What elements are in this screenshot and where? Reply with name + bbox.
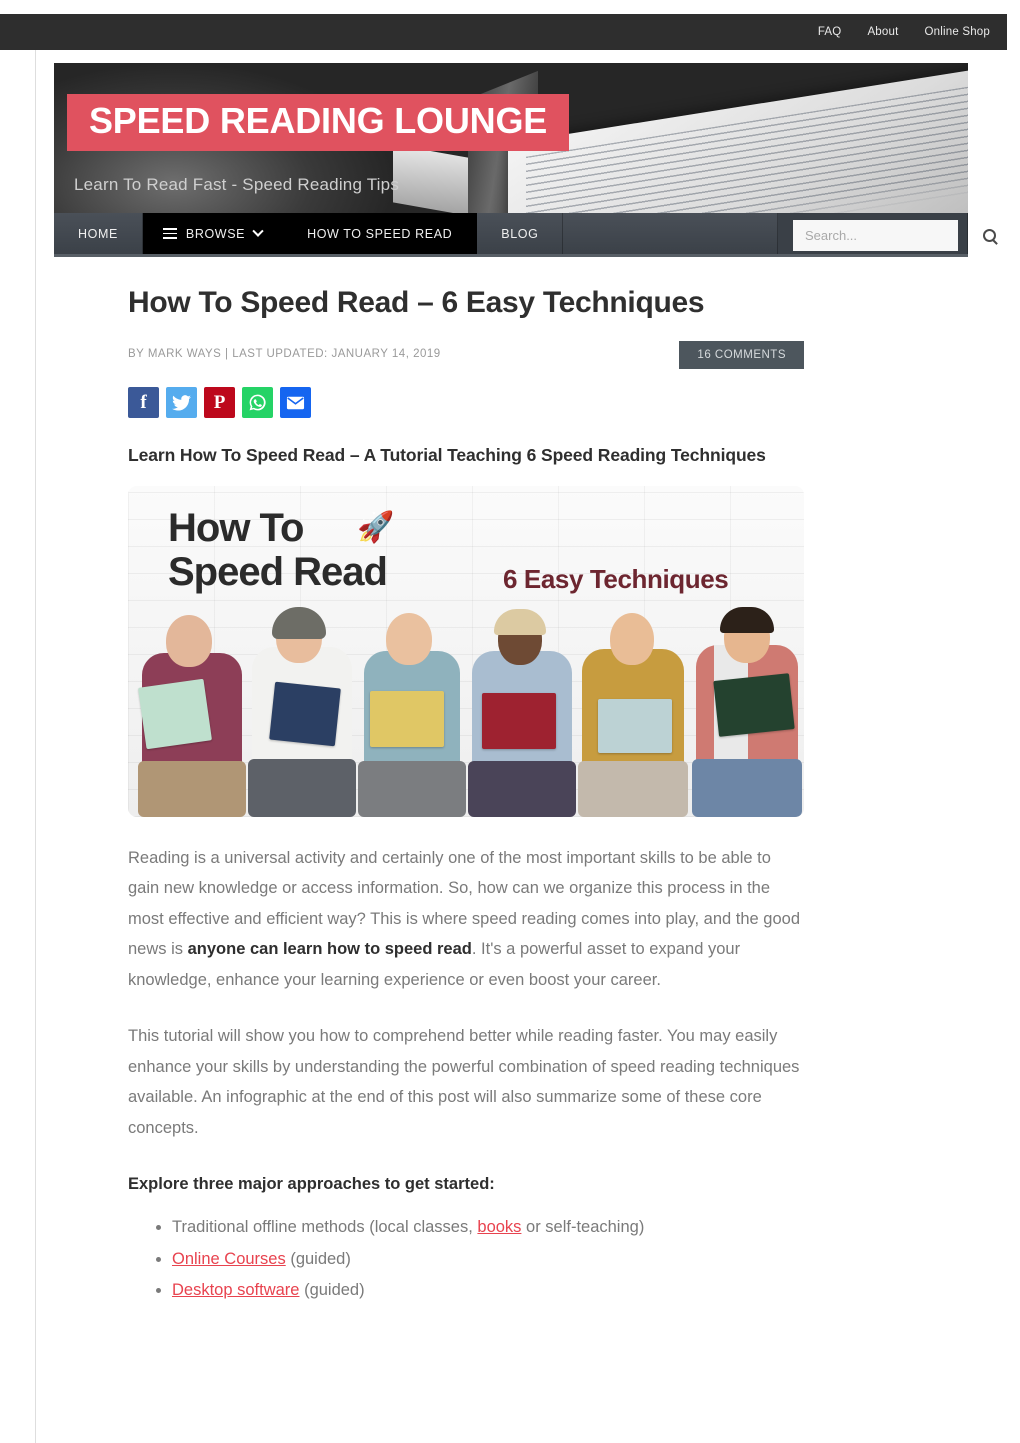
reader-person-2 [246, 603, 358, 817]
nav-item-how-to-speed-read-label: HOW TO SPEED READ [307, 226, 453, 241]
reader-person-5 [576, 603, 690, 817]
approaches-list: Traditional offline methods (local class… [128, 1212, 804, 1306]
article-subheading: Learn How To Speed Read – A Tutorial Tea… [128, 445, 766, 465]
nav-item-blog[interactable]: BLOG [477, 213, 564, 254]
featured-image-title-line1: How To [168, 505, 304, 550]
reader-person-3 [356, 605, 468, 817]
site-tagline: Learn To Read Fast - Speed Reading Tips [74, 175, 400, 194]
nav-item-how-to-speed-read[interactable]: HOW TO SPEED READ [283, 213, 478, 254]
top-utility-bar: FAQ About Online Shop [0, 14, 1007, 50]
search-icon[interactable] [983, 229, 996, 242]
page-left-rule [35, 50, 36, 1443]
whatsapp-share-button[interactable] [242, 387, 273, 418]
featured-image-title-line2: Speed Read [168, 550, 388, 595]
legs [138, 760, 246, 817]
reader-person-1 [136, 607, 248, 817]
head [610, 612, 654, 665]
books-link[interactable]: books [477, 1218, 521, 1236]
list-item: Traditional offline methods (local class… [172, 1212, 804, 1243]
bullet-3-post: (guided) [299, 1280, 365, 1299]
twitter-share-button[interactable] [166, 387, 197, 418]
chevron-down-icon [252, 225, 264, 237]
nav-spacer [563, 213, 778, 254]
article-lead-in: Explore three major approaches to get st… [128, 1175, 495, 1194]
main-navigation: HOME BROWSE HOW TO SPEED READ BLOG UDEMY… [54, 213, 996, 257]
online-courses-link[interactable]: Online Courses [172, 1250, 286, 1268]
whatsapp-icon [249, 394, 266, 411]
facebook-share-button[interactable]: f [128, 387, 159, 418]
hamburger-icon [162, 228, 177, 239]
book [269, 681, 341, 746]
email-share-button[interactable] [280, 387, 311, 418]
bullet-2-post: (guided) [285, 1249, 351, 1268]
topbar-link-online-shop[interactable]: Online Shop [925, 26, 991, 38]
header-book-right-page [508, 69, 968, 213]
article-meta-row: BY MARK WAYS | LAST UPDATED: JANUARY 14,… [128, 341, 804, 369]
featured-image: How To Speed Read 🚀 6 Easy Techniques [128, 485, 804, 817]
facebook-icon: f [140, 392, 147, 413]
bullet-1-pre: Traditional offline methods (local class… [172, 1218, 478, 1237]
comments-count-badge[interactable]: 16 COMMENTS [679, 341, 804, 369]
nav-item-blog-label: BLOG [501, 226, 539, 241]
search-input[interactable] [803, 227, 983, 244]
featured-image-title: How To Speed Read [168, 505, 388, 596]
legs [692, 758, 802, 817]
paragraph-1-bold: anyone can learn how to speed read [187, 940, 472, 959]
pinterest-icon: P [213, 392, 226, 413]
book [138, 678, 212, 749]
pinterest-share-button[interactable]: P [204, 387, 235, 418]
twitter-icon [172, 394, 191, 411]
book [370, 690, 444, 747]
bullet-1-post: or self-teaching) [521, 1218, 645, 1237]
legs [248, 758, 356, 817]
desktop-software-link[interactable]: Desktop software [172, 1281, 299, 1299]
site-logo[interactable]: SPEED READING LOUNGE [67, 94, 570, 151]
head [166, 614, 212, 667]
social-share-row: f P [128, 387, 804, 418]
featured-image-subtitle: 6 Easy Techniques [503, 563, 729, 594]
article: How To Speed Read – 6 Easy Techniques BY… [128, 285, 804, 1306]
list-item: Desktop software (guided) [172, 1275, 804, 1306]
rocket-icon: 🚀 [357, 510, 395, 544]
nav-item-browse[interactable]: BROWSE [142, 213, 284, 254]
envelope-icon [286, 396, 305, 409]
hair [720, 606, 774, 633]
beanie [272, 606, 326, 639]
nav-item-home[interactable]: HOME [54, 213, 143, 254]
site-header-banner: SPEED READING LOUNGE Learn To Read Fast … [54, 63, 968, 213]
book [598, 698, 672, 753]
hair [494, 608, 546, 635]
page-title: How To Speed Read – 6 Easy Techniques [128, 286, 705, 319]
book [482, 692, 556, 749]
legs [468, 760, 576, 817]
article-byline: BY MARK WAYS | LAST UPDATED: JANUARY 14,… [128, 348, 441, 360]
book [713, 672, 795, 737]
topbar-link-about[interactable]: About [867, 26, 898, 38]
nav-item-home-label: HOME [78, 226, 118, 241]
article-paragraph-1: Reading is a universal activity and cert… [128, 843, 804, 996]
legs [358, 760, 466, 817]
head [386, 612, 432, 665]
topbar-link-faq[interactable]: FAQ [818, 26, 842, 38]
search-box[interactable] [793, 220, 996, 251]
reader-person-6 [690, 601, 804, 817]
article-paragraph-2: This tutorial will show you how to compr… [128, 1027, 800, 1137]
list-item: Online Courses (guided) [172, 1244, 804, 1275]
nav-item-browse-label: BROWSE [185, 226, 246, 241]
reader-person-4 [466, 605, 578, 817]
legs [578, 760, 688, 817]
featured-image-people [128, 597, 804, 817]
